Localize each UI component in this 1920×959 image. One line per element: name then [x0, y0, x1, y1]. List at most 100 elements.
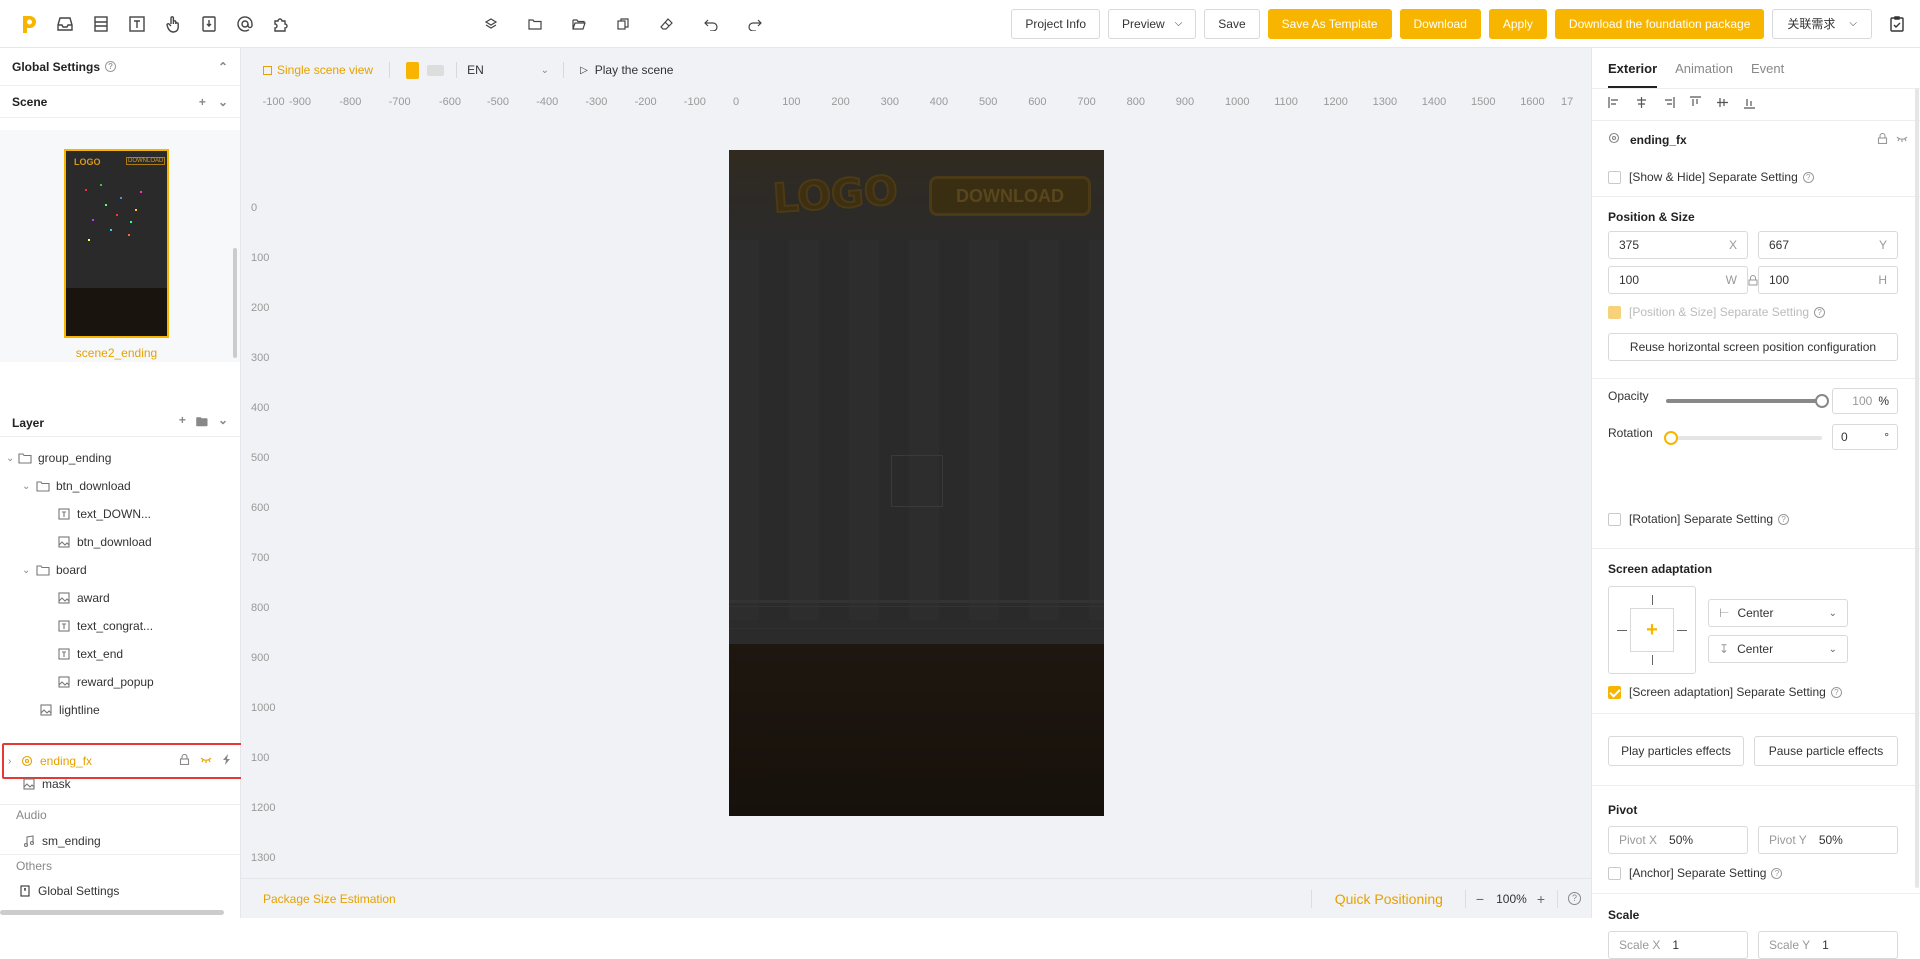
redo-icon[interactable]: [744, 13, 766, 35]
download-button[interactable]: Download: [1399, 8, 1481, 39]
apply-button[interactable]: Apply: [1488, 8, 1547, 39]
linked-requirement-button[interactable]: 关联需求 ⌵: [1772, 8, 1872, 39]
layer-item[interactable]: ⌄ group_ending: [0, 445, 240, 471]
language-select[interactable]: EN ⌄: [467, 63, 549, 77]
height-input[interactable]: 100 H: [1758, 266, 1898, 294]
pause-particles-button[interactable]: Pause particle effects: [1754, 736, 1898, 766]
gesture-icon[interactable]: [162, 13, 184, 35]
lock-icon[interactable]: [1877, 132, 1888, 147]
opacity-slider-thumb[interactable]: [1815, 394, 1829, 408]
scene-thumbnail[interactable]: LOGO DOWNLOAD: [64, 149, 169, 338]
lightning-icon[interactable]: [222, 754, 232, 768]
folder-open-icon[interactable]: [568, 13, 590, 35]
play-scene-button[interactable]: ▷ Play the scene: [580, 63, 673, 77]
rotation-input[interactable]: 0 °: [1832, 424, 1898, 450]
checklist-icon[interactable]: [1886, 13, 1908, 35]
align-center-h-icon[interactable]: [1635, 96, 1648, 112]
layer-item[interactable]: lightline: [0, 697, 240, 723]
add-icon[interactable]: +: [199, 95, 206, 109]
project-info-button[interactable]: Project Info: [1011, 8, 1101, 39]
rotation-setting[interactable]: [Rotation] Separate Setting?: [1608, 512, 1790, 526]
save-button[interactable]: Save: [1204, 8, 1260, 39]
align-top-icon[interactable]: [1689, 96, 1702, 112]
rotation-slider[interactable]: [1664, 431, 1822, 445]
opacity-slider[interactable]: [1666, 394, 1829, 408]
others-item[interactable]: Global Settings: [0, 878, 240, 904]
at-icon[interactable]: [234, 13, 256, 35]
anchor-setting[interactable]: [Anchor] Separate Setting?: [1608, 866, 1783, 880]
app-logo-icon[interactable]: [18, 13, 40, 35]
rotation-checkbox[interactable]: [1608, 512, 1621, 526]
eye-hidden-icon[interactable]: [1896, 133, 1908, 147]
color-swatch-inactive[interactable]: [427, 64, 445, 76]
rotation-slider-thumb[interactable]: [1664, 431, 1678, 445]
align-center-v-icon[interactable]: [1716, 96, 1729, 112]
layer-item[interactable]: text_end: [0, 641, 240, 667]
layer-item[interactable]: text_DOWN...: [0, 501, 240, 527]
layers-icon[interactable]: [480, 13, 502, 35]
show-hide-setting[interactable]: [Show & Hide] Separate Setting?: [1608, 170, 1814, 184]
help-icon[interactable]: ?: [1568, 892, 1581, 905]
global-settings-header[interactable]: Global Settings? ⌃: [0, 48, 240, 86]
plugin-icon[interactable]: [270, 13, 292, 35]
inspector-scrollbar[interactable]: [1915, 88, 1919, 888]
text-tool-icon[interactable]: [126, 13, 148, 35]
layout-icon[interactable]: [90, 13, 112, 35]
tab-event[interactable]: Event: [1751, 61, 1784, 76]
chevron-up-icon[interactable]: ⌃: [218, 60, 228, 74]
x-input[interactable]: 375 X: [1608, 231, 1748, 259]
chevron-down-icon[interactable]: ⌄: [218, 413, 228, 434]
chevron-down-icon[interactable]: ⌄: [218, 95, 228, 109]
layer-item[interactable]: ⌄ board: [0, 557, 240, 583]
save-as-template-button[interactable]: Save As Template: [1267, 8, 1392, 39]
folder-icon[interactable]: 🖿: [196, 413, 208, 434]
zoom-in-icon[interactable]: +: [1537, 891, 1545, 907]
quick-positioning-button[interactable]: Quick Positioning: [1335, 891, 1443, 907]
stage-preview[interactable]: LOGO DOWNLOAD: [729, 150, 1104, 816]
color-swatch-active[interactable]: [406, 61, 420, 79]
layer-item[interactable]: btn_download: [0, 529, 240, 555]
eye-hidden-icon[interactable]: [200, 754, 212, 768]
scale-x-input[interactable]: Scale X 1: [1608, 931, 1748, 959]
layer-item[interactable]: mask: [0, 771, 240, 797]
layer-item[interactable]: reward_popup: [0, 669, 240, 695]
layer-item[interactable]: text_congrat...: [0, 613, 240, 639]
pivot-x-input[interactable]: Pivot X 50%: [1608, 826, 1748, 854]
show-hide-checkbox[interactable]: [1608, 170, 1621, 184]
pivot-y-input[interactable]: Pivot Y 50%: [1758, 826, 1898, 854]
reuse-horizontal-button[interactable]: Reuse horizontal screen position configu…: [1608, 333, 1898, 361]
chevron-down-icon[interactable]: ⌄: [22, 481, 36, 492]
screen-adaptation-checkbox[interactable]: [1608, 685, 1621, 699]
zoom-out-icon[interactable]: −: [1476, 891, 1484, 907]
package-icon[interactable]: [198, 13, 220, 35]
tab-animation[interactable]: Animation: [1675, 61, 1733, 76]
width-input[interactable]: 100 W: [1608, 266, 1748, 294]
screen-adaptation-setting[interactable]: [Screen adaptation] Separate Setting?: [1608, 685, 1842, 699]
play-particles-button[interactable]: Play particles effects: [1608, 736, 1744, 766]
adaptation-grid[interactable]: +: [1608, 586, 1696, 674]
layer-item[interactable]: award: [0, 585, 240, 611]
chevron-down-icon[interactable]: ⌄: [6, 453, 18, 464]
chevron-right-icon[interactable]: ›: [8, 756, 20, 767]
layer-item[interactable]: ⌄ btn_download: [0, 473, 240, 499]
scene-scrollbar[interactable]: [233, 248, 237, 358]
scale-y-input[interactable]: Scale Y 1: [1758, 931, 1898, 959]
lock-icon[interactable]: [179, 753, 190, 768]
copy-icon[interactable]: [612, 13, 634, 35]
vertical-align-select[interactable]: ↧ Center ⌄: [1708, 635, 1848, 663]
folder-icon[interactable]: [524, 13, 546, 35]
eraser-icon[interactable]: [656, 13, 678, 35]
chevron-down-icon[interactable]: ⌄: [22, 565, 36, 576]
y-input[interactable]: 667 Y: [1758, 231, 1898, 259]
opacity-input[interactable]: 100%: [1832, 388, 1898, 414]
audio-item[interactable]: sm_ending: [0, 828, 240, 854]
single-scene-view-toggle[interactable]: Single scene view: [263, 63, 373, 77]
horizontal-align-select[interactable]: ⊢ Center ⌄: [1708, 599, 1848, 627]
tab-exterior[interactable]: Exterior: [1608, 49, 1658, 88]
align-bottom-icon[interactable]: [1743, 96, 1756, 112]
aspect-lock-icon[interactable]: [1748, 275, 1758, 289]
selected-element-outline[interactable]: [891, 455, 943, 507]
preview-button[interactable]: Preview ⌵: [1108, 8, 1197, 39]
align-right-icon[interactable]: [1662, 96, 1675, 112]
download-foundation-button[interactable]: Download the foundation package: [1554, 8, 1765, 39]
